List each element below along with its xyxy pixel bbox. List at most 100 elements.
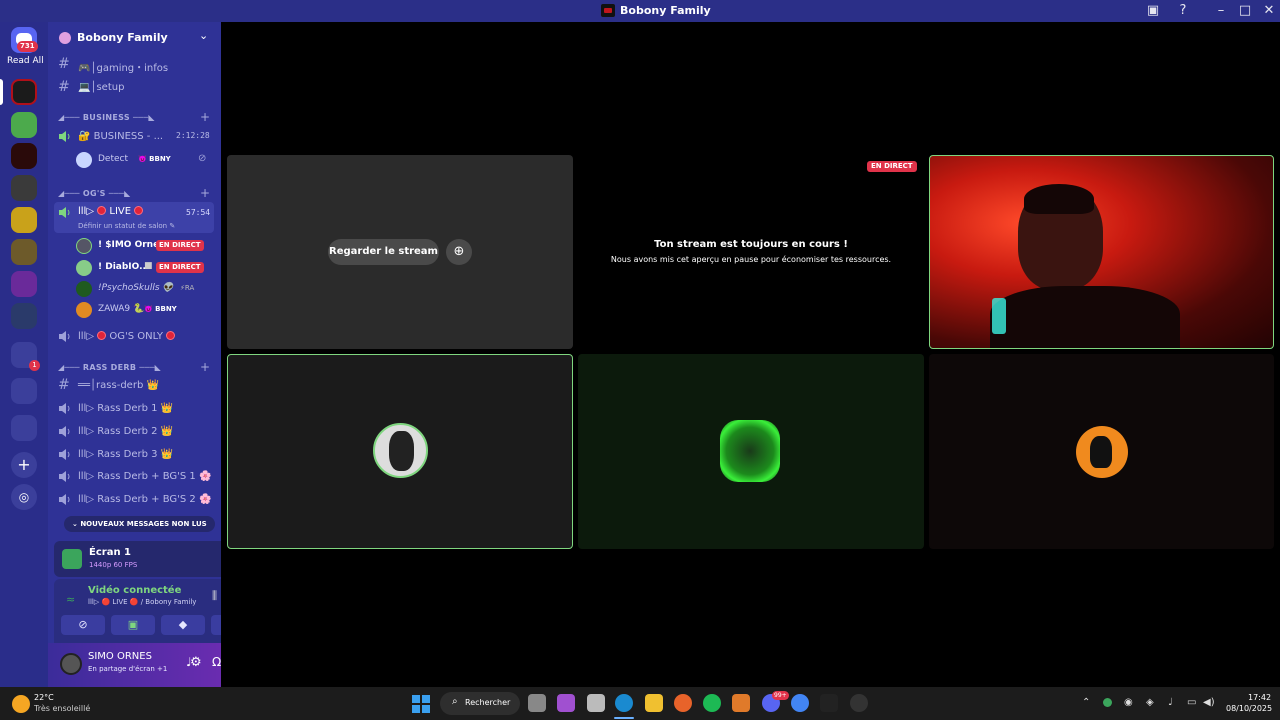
channel-rass-derb[interactable]: # ══│rass-derb 👑 [54,375,214,397]
add-viewer-icon[interactable]: ⊕ [446,239,472,265]
guild-header[interactable]: Bobony Family ⌄ [48,22,221,54]
network-icon[interactable]: ▭ [1187,697,1196,708]
live-badge: EN DIRECT [156,262,204,273]
chevron-up-icon[interactable]: ⌃ [1082,697,1090,708]
clock-time[interactable]: 17:42 [1248,693,1271,702]
voice-user-detect[interactable]: Detect 👿 BBNY ⊘ [76,150,214,170]
windows-start-icon[interactable] [412,695,430,713]
minimize-button[interactable]: – [1212,2,1230,20]
close-button[interactable]: ✕ [1260,2,1278,20]
server-folder-1[interactable] [11,303,37,329]
chevron-down-icon: ⌄ [199,29,209,42]
weather-temp[interactable]: 22°C [34,693,54,702]
add-channel-icon[interactable]: + [200,110,210,124]
microphone-icon[interactable]: ♩ [1168,697,1173,708]
server-bobony[interactable] [11,79,37,105]
server-2[interactable] [11,112,37,138]
server-7[interactable] [11,271,37,297]
category-rass-derb[interactable]: ◢─── RASS DERB ───◣ [58,363,161,372]
server-4[interactable] [11,175,37,201]
category-business[interactable]: ◢─── BUSINESS ───◣ [58,113,155,122]
headphones-icon[interactable]: Ω [212,655,221,669]
guild-icon [59,32,71,44]
firefox-icon[interactable] [674,694,692,712]
tray-app-icon[interactable]: ◈ [1146,697,1154,708]
voice-channel-rass-2[interactable]: lll▷ Rass Derb 2 👑 [54,421,214,443]
weather-sun-icon[interactable] [12,695,30,713]
watch-stream-button[interactable]: Regarder le stream [328,239,439,265]
avatar [1076,426,1128,478]
add-channel-icon[interactable]: + [200,360,210,374]
inbox-icon[interactable]: ▣ [1144,2,1162,20]
noise-suppression-icon[interactable]: ⫼ [212,589,217,603]
activities-button[interactable]: ◆ [161,615,205,635]
voice-user-psychoskulls[interactable]: !PsychoSkulls 👽 ⚡RA [76,279,214,299]
tray-status-icon[interactable] [1103,698,1112,707]
paused-body: Nous avons mis cet aperçu en pause pour … [610,255,892,264]
voice-channel-live[interactable]: lll▷ LIVE 57:54 Définir un statut de sal… [54,202,214,233]
file-explorer-icon[interactable] [645,694,663,712]
add-channel-icon[interactable]: + [200,186,210,200]
discover-icon[interactable]: ◎ [11,484,37,510]
server-5[interactable] [11,207,37,233]
camera-icon: ■ [144,261,153,271]
server-6[interactable] [11,239,37,265]
voice-user-zawa9[interactable]: ZAWA9 🐍 👿 BBNY [76,300,214,320]
channel-gaming-infos[interactable]: # 🎮│gaming・infos [54,54,214,76]
voice-channel-rass-1[interactable]: lll▷ Rass Derb 1 👑 [54,398,214,420]
settings-gear-icon[interactable]: ⚙ [190,655,202,670]
chrome-icon[interactable] [791,694,809,712]
username: SIMO ORNES [88,651,152,662]
avatar[interactable] [60,653,82,675]
edge-icon[interactable] [615,694,633,712]
camera-off-button[interactable]: ⊘ [61,615,105,635]
muted-mic-icon: ⊘ [198,153,207,164]
task-view-icon[interactable] [528,694,546,712]
voice-channel-ogs-only[interactable]: lll▷ OG'S ONLY [54,326,214,348]
add-server-button[interactable]: + [11,452,37,478]
app-icon[interactable] [557,694,575,712]
voice-user-simo[interactable]: ! $IMO Orne... EN DIRECT [76,236,214,256]
voice-timer: 57:54 [186,208,211,217]
channel-setup[interactable]: # 💻│setup [54,77,214,99]
app-icon[interactable] [587,694,605,712]
user-status: En partage d'écran +1 [88,665,168,673]
stream-tile-paused[interactable]: EN DIRECT Ton stream est toujours en cou… [578,155,924,349]
help-icon[interactable]: ? [1174,2,1192,20]
server-3[interactable] [11,143,37,169]
notification-badge: 99+ [772,691,789,700]
new-messages-pill[interactable]: ⌄ NOUVEAUX MESSAGES NON LUS [64,516,215,532]
app-icon[interactable] [732,694,750,712]
red-circle-icon [166,331,176,340]
voice-channel-rass-bg-2[interactable]: lll▷ Rass Derb + BG'S 2 🌸 [54,489,214,511]
app-logo-icon [601,4,615,17]
app-icon[interactable] [820,694,838,712]
voice-channel-business[interactable]: 🔐 BUSINESS - ... 2:12:28 [54,126,214,148]
voice-channel-rass-3[interactable]: lll▷ Rass Derb 3 👑 [54,444,214,466]
clock-date[interactable]: 08/10/2025 [1226,704,1272,713]
screen-preview-icon [62,549,82,569]
spotify-icon[interactable] [703,694,721,712]
mention-badge: 731 [17,41,38,52]
server-folder-3[interactable] [11,378,37,404]
participant-tile-3[interactable] [929,354,1274,549]
read-all-button[interactable]: Read All [7,56,44,66]
screen-title: Écran 1 [89,547,131,558]
participant-tile-1[interactable] [227,354,573,549]
voice-path[interactable]: lll▷ 🔴 LIVE 🔴 / Bobony Family [88,598,196,606]
participant-tile-2[interactable] [578,354,924,549]
stream-tile-preview[interactable]: Regarder le stream ⊕ [227,155,573,349]
category-ogs[interactable]: ◢─── OG'S ───◣ [58,189,131,198]
webcam-tile[interactable] [929,155,1274,349]
steam-icon[interactable]: ◉ [1124,697,1133,708]
set-status-link[interactable]: Définir un statut de salon ✎ [78,222,175,230]
search-box[interactable]: ⌕ Rechercher [440,692,520,715]
avatar [76,260,92,276]
app-icon[interactable] [850,694,868,712]
screen-share-button[interactable]: ▣ [111,615,155,635]
volume-icon[interactable]: ◀) [1203,697,1215,708]
voice-user-diablo[interactable]: ! DiabIO... ■ EN DIRECT [76,258,214,278]
maximize-button[interactable]: □ [1236,2,1254,20]
voice-channel-rass-bg-1[interactable]: lll▷ Rass Derb + BG'S 1 🌸 [54,466,214,488]
server-folder-4[interactable] [11,415,37,441]
